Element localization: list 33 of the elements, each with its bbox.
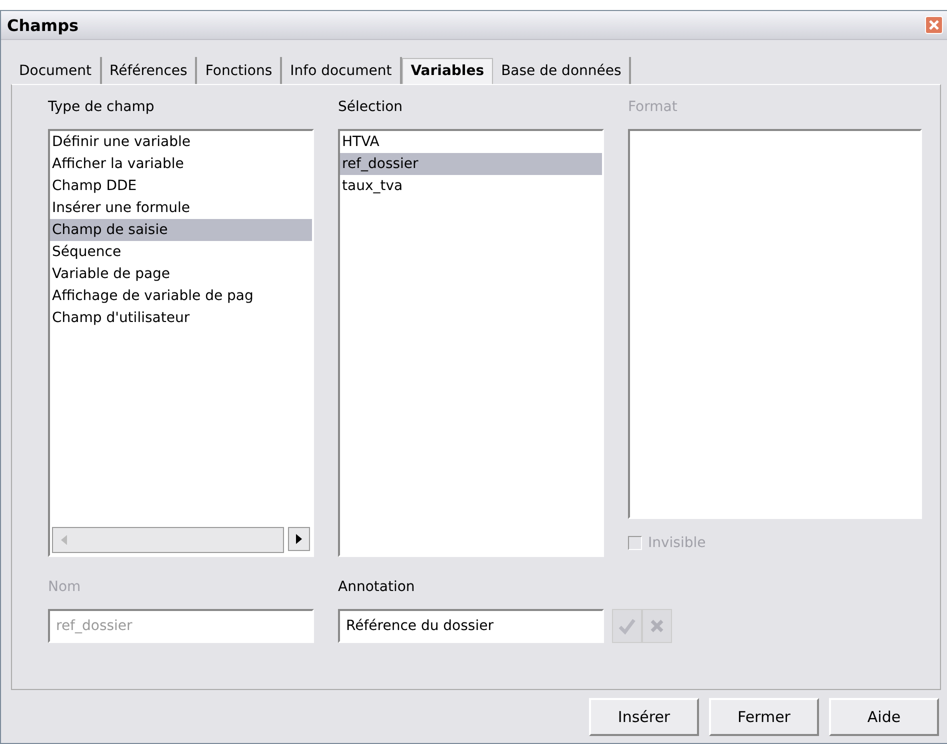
dialog-button[interactable]: Aide bbox=[829, 698, 939, 736]
list-item[interactable]: Insérer une formule bbox=[50, 197, 312, 219]
apply-button[interactable] bbox=[612, 609, 642, 643]
list-item[interactable]: HTVA bbox=[340, 131, 602, 153]
close-icon[interactable] bbox=[925, 16, 943, 34]
list-item[interactable]: Afficher la variable bbox=[50, 153, 312, 175]
list-item[interactable]: Définir une variable bbox=[50, 131, 312, 153]
list-item[interactable]: Séquence bbox=[50, 241, 312, 263]
list-item[interactable]: Champ d'utilisateur bbox=[50, 307, 312, 329]
field-label: Type de champ bbox=[48, 99, 156, 117]
dialog-button[interactable]: Insérer bbox=[589, 698, 699, 736]
cancel-button[interactable] bbox=[642, 609, 672, 643]
checkmark-icon bbox=[618, 617, 636, 635]
tab[interactable]: Variables bbox=[402, 58, 494, 84]
list-item[interactable]: Affichage de variable de pag bbox=[50, 285, 312, 307]
right-arrow-icon bbox=[294, 532, 304, 546]
list-item[interactable]: ref_dossier bbox=[340, 153, 602, 175]
left-arrow-icon bbox=[59, 533, 69, 547]
field-label: Annotation bbox=[338, 579, 416, 597]
scrollbar-track[interactable] bbox=[52, 527, 284, 553]
x-icon bbox=[649, 618, 665, 634]
list-item[interactable]: Variable de page bbox=[50, 263, 312, 285]
checkbox-label: Invisible bbox=[648, 535, 706, 551]
field-label: Sélection bbox=[338, 99, 404, 117]
list-item[interactable]: taux_tva bbox=[340, 175, 602, 197]
field-label: Nom bbox=[48, 579, 82, 597]
annotation-field[interactable]: Référence du dossier bbox=[338, 609, 604, 643]
scroll-right-button[interactable] bbox=[288, 527, 310, 551]
field-label: Format bbox=[628, 99, 678, 117]
list-item[interactable]: Champ de saisie bbox=[50, 219, 312, 241]
window-title: Champs bbox=[7, 16, 79, 34]
dialog-button[interactable]: Fermer bbox=[709, 698, 819, 736]
list-item[interactable]: Champ DDE bbox=[50, 175, 312, 197]
